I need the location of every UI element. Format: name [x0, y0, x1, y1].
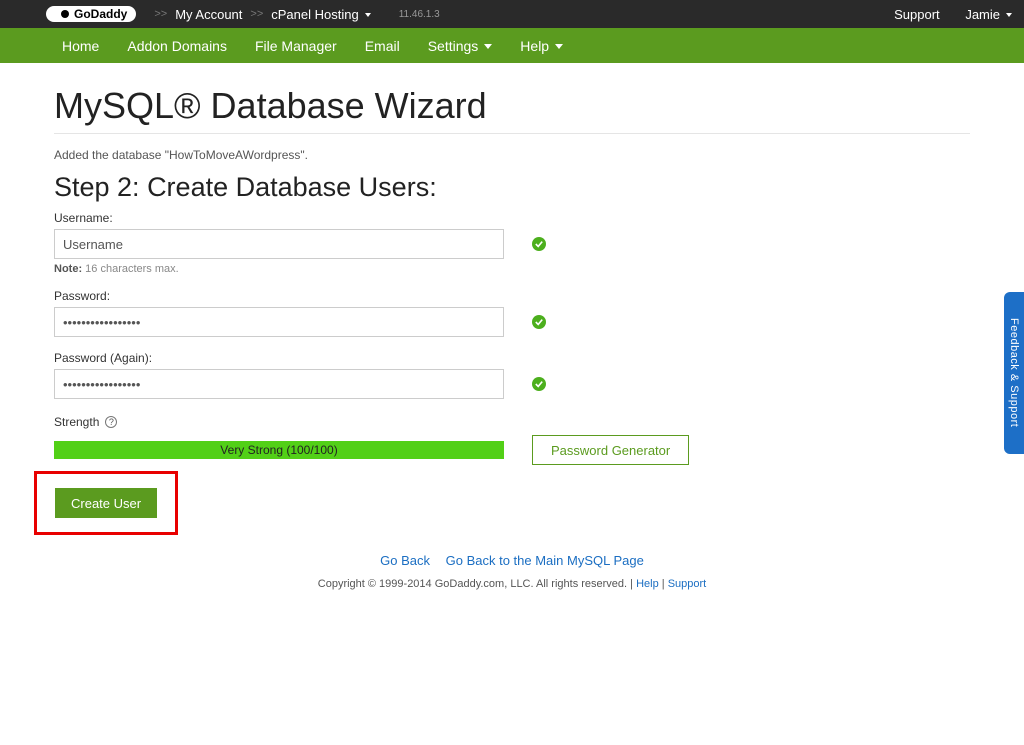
go-back-link[interactable]: Go Back — [380, 553, 430, 568]
user-name: Jamie — [965, 7, 1000, 22]
chevron-down-icon — [555, 44, 563, 49]
create-label: Create User — [71, 496, 141, 511]
breadcrumb-sep-icon: >> — [250, 8, 263, 20]
strength-label: Strength — [54, 415, 99, 429]
nav-label: Help — [520, 38, 549, 54]
password-input[interactable] — [54, 307, 504, 337]
chevron-down-icon — [1006, 13, 1012, 17]
main-nav: Home Addon Domains File Manager Email Se… — [0, 28, 1024, 63]
valid-check-icon — [532, 237, 546, 251]
feedback-label: Feedback & Support — [1008, 318, 1020, 427]
support-link[interactable]: Support — [894, 7, 940, 22]
password-again-input[interactable] — [54, 369, 504, 399]
nav-label: Email — [365, 38, 400, 54]
copyright-text: Copyright © 1999-2014 GoDaddy.com, LLC. … — [318, 578, 636, 590]
footer-help-link[interactable]: Help — [636, 578, 659, 590]
nav-email[interactable]: Email — [351, 28, 414, 63]
breadcrumb-label: My Account — [175, 7, 242, 22]
password-again-row: Password (Again): — [54, 351, 970, 399]
strength-row: Strength ? Very Strong (100/100) Passwor… — [54, 415, 970, 465]
username-note: Note: 16 characters max. — [54, 263, 970, 275]
help-icon[interactable]: ? — [105, 416, 117, 428]
main-content: MySQL® Database Wizard Added the databas… — [0, 63, 1024, 590]
top-bar: GoDaddy >> My Account >> cPanel Hosting … — [0, 0, 1024, 28]
valid-check-icon — [532, 315, 546, 329]
username-input[interactable] — [54, 229, 504, 259]
password-row: Password: — [54, 289, 970, 337]
chevron-down-icon — [365, 13, 371, 17]
feedback-support-tab[interactable]: Feedback & Support — [1004, 292, 1024, 454]
nav-label: Home — [62, 38, 99, 54]
highlight-box: Create User — [34, 471, 178, 535]
strength-meter: Very Strong (100/100) — [54, 441, 504, 459]
page-title: MySQL® Database Wizard — [54, 85, 970, 134]
nav-file-manager[interactable]: File Manager — [241, 28, 351, 63]
user-menu[interactable]: Jamie — [965, 7, 1012, 22]
step-heading: Step 2: Create Database Users: — [54, 172, 970, 203]
chevron-down-icon — [484, 44, 492, 49]
nav-settings[interactable]: Settings — [414, 28, 507, 63]
create-user-button[interactable]: Create User — [55, 488, 157, 518]
breadcrumb-label: cPanel Hosting — [271, 7, 358, 22]
version-text: 11.46.1.3 — [399, 9, 440, 20]
nav-home[interactable]: Home — [48, 28, 113, 63]
valid-check-icon — [532, 377, 546, 391]
username-row: Username: Note: 16 characters max. — [54, 211, 970, 275]
username-label: Username: — [54, 211, 970, 225]
breadcrumb-cpanel-hosting[interactable]: cPanel Hosting — [271, 7, 370, 22]
main-mysql-link[interactable]: Go Back to the Main MySQL Page — [446, 553, 644, 568]
nav-help[interactable]: Help — [506, 28, 577, 63]
logo-text: GoDaddy — [74, 7, 127, 21]
nav-label: Settings — [428, 38, 479, 54]
godaddy-logo[interactable]: GoDaddy — [46, 6, 136, 22]
copyright: Copyright © 1999-2014 GoDaddy.com, LLC. … — [54, 578, 970, 590]
breadcrumb-sep-icon: >> — [154, 8, 167, 20]
nav-label: Addon Domains — [127, 38, 227, 54]
footer-support-link[interactable]: Support — [668, 578, 707, 590]
pwgen-label: Password Generator — [551, 443, 670, 458]
nav-label: File Manager — [255, 38, 337, 54]
password-label: Password: — [54, 289, 970, 303]
password-generator-button[interactable]: Password Generator — [532, 435, 689, 465]
database-added-message: Added the database "HowToMoveAWordpress"… — [54, 148, 970, 162]
breadcrumb-my-account[interactable]: My Account — [175, 7, 242, 22]
bottom-links: Go Back Go Back to the Main MySQL Page — [54, 553, 970, 568]
strength-text: Very Strong (100/100) — [220, 443, 337, 457]
password-again-label: Password (Again): — [54, 351, 970, 365]
nav-addon-domains[interactable]: Addon Domains — [113, 28, 241, 63]
support-label: Support — [894, 7, 940, 22]
